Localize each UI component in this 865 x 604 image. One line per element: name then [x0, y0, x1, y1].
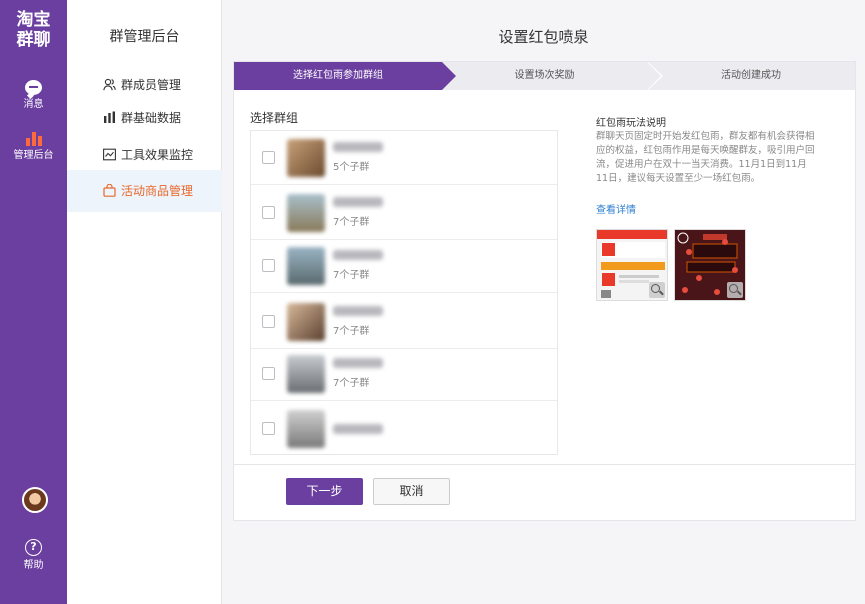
rail-item-admin[interactable]: 管理后台: [0, 131, 67, 162]
group-thumbnail: [287, 247, 325, 285]
group-list[interactable]: 5个子群 7个子群 7个子群 7个子群 7个子群: [250, 130, 558, 455]
logo-line-2: 群聊: [16, 30, 51, 50]
select-group-title: 选择群组: [250, 111, 299, 125]
group-subcount: 7个子群: [333, 217, 370, 228]
zoom-icon: [727, 282, 743, 298]
list-item[interactable]: 5个子群: [251, 131, 557, 185]
rail-label-messages: 消息: [23, 99, 44, 110]
rail-label-help: 帮助: [23, 560, 44, 571]
rail-item-messages[interactable]: 消息: [0, 80, 67, 111]
app-rail: 淘宝 群聊 消息 管理后台 ? 帮助: [0, 0, 67, 604]
members-icon: [103, 78, 116, 91]
rules-text: 群聊天页固定时开始发红包雨，群友都有机会获得相应的权益，红包雨作用是每天唤醒群友…: [596, 131, 815, 184]
footer-divider: [234, 464, 855, 465]
bag-icon: [103, 184, 116, 197]
rail-item-help[interactable]: ? 帮助: [0, 539, 67, 572]
view-details-link[interactable]: 查看详情: [596, 201, 636, 216]
taobao-qunliao-logo: 淘宝 群聊: [0, 10, 67, 50]
zoom-icon: [649, 282, 665, 298]
nav-item-basic-data[interactable]: 群基础数据: [67, 97, 222, 139]
admin-nav: 群管理后台 群成员管理 群基础数据 工具效果监控 活动商品管理: [67, 0, 222, 604]
group-name-blurred: [333, 197, 383, 207]
list-item[interactable]: 7个子群: [251, 295, 557, 349]
group-checkbox[interactable]: [262, 259, 275, 272]
page-title: 设置红包喷泉: [498, 28, 589, 46]
nav-item-activity-goods[interactable]: 活动商品管理: [67, 170, 222, 212]
group-name-blurred: [333, 250, 383, 260]
chat-bubble-icon: [25, 80, 42, 95]
group-subcount: 7个子群: [333, 378, 370, 389]
step-3: 活动创建成功: [647, 62, 855, 90]
rules-title: 红包雨玩法说明: [596, 118, 666, 129]
group-name-blurred: [333, 306, 383, 316]
next-button[interactable]: 下一步: [286, 478, 363, 505]
preview-image-2[interactable]: [674, 229, 746, 301]
group-thumbnail: [287, 355, 325, 393]
nav-label-members: 群成员管理: [121, 78, 182, 92]
line-chart-icon: [103, 148, 116, 161]
rail-label-admin: 管理后台: [13, 150, 54, 161]
list-item[interactable]: 7个子群: [251, 239, 557, 293]
stepper: 选择红包雨参加群组 设置场次奖励 活动创建成功: [234, 62, 855, 90]
list-item[interactable]: 7个子群: [251, 347, 557, 401]
cancel-button[interactable]: 取消: [373, 478, 450, 505]
user-avatar[interactable]: [22, 487, 48, 513]
bar-chart-icon: [25, 131, 42, 146]
group-checkbox[interactable]: [262, 151, 275, 164]
group-name-blurred: [333, 142, 383, 152]
list-item[interactable]: [251, 402, 557, 456]
setup-card: 选择红包雨参加群组 设置场次奖励 活动创建成功 选择群组 5个子群 7个子群 7…: [233, 61, 856, 521]
group-checkbox[interactable]: [262, 206, 275, 219]
group-thumbnail: [287, 410, 325, 448]
nav-label-activity-goods: 活动商品管理: [121, 184, 194, 198]
nav-label-basic-data: 群基础数据: [121, 111, 182, 125]
group-name-blurred: [333, 358, 383, 368]
list-item[interactable]: 7个子群: [251, 186, 557, 240]
group-subcount: 5个子群: [333, 162, 370, 173]
nav-label-tool-monitor: 工具效果监控: [121, 148, 194, 162]
group-checkbox[interactable]: [262, 367, 275, 380]
preview-image-1[interactable]: [596, 229, 668, 301]
step-1-active: 选择红包雨参加群组: [234, 62, 456, 90]
group-checkbox[interactable]: [262, 315, 275, 328]
help-icon: ?: [25, 539, 42, 556]
group-thumbnail: [287, 194, 325, 232]
nav-title: 群管理后台: [109, 29, 180, 45]
group-name-blurred: [333, 424, 383, 434]
bar-chart-icon: [104, 111, 115, 123]
group-thumbnail: [287, 139, 325, 177]
group-subcount: 7个子群: [333, 326, 370, 337]
logo-line-1: 淘宝: [16, 10, 51, 30]
group-subcount: 7个子群: [333, 270, 370, 281]
step-2: 设置场次奖励: [442, 62, 663, 90]
group-thumbnail: [287, 303, 325, 341]
group-checkbox[interactable]: [262, 422, 275, 435]
